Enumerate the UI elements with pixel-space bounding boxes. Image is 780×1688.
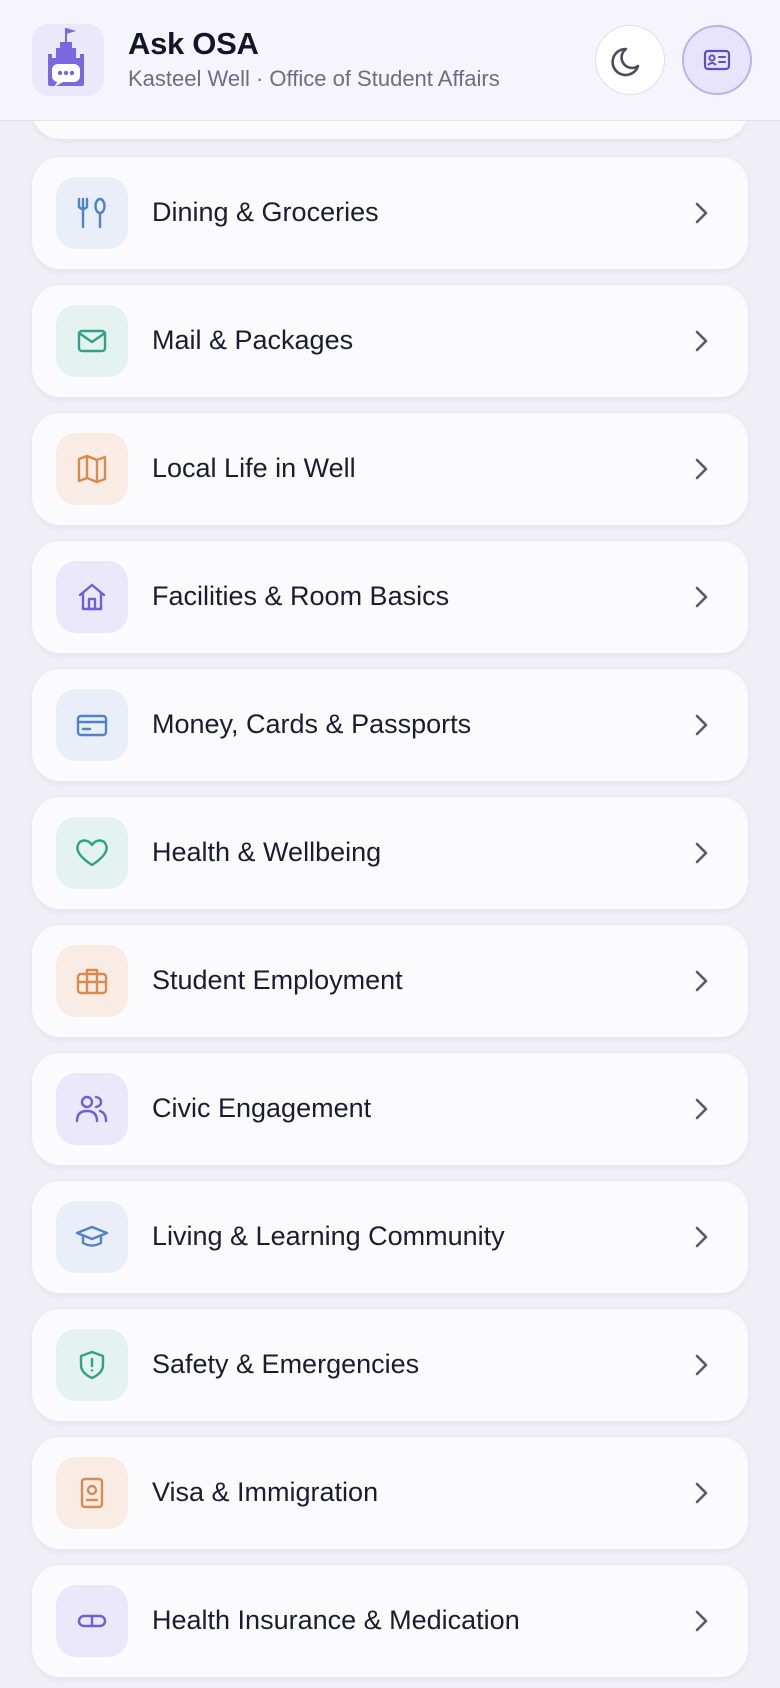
- category-card[interactable]: Local Life in Well: [32, 413, 748, 525]
- category-card[interactable]: Dining & Groceries: [32, 157, 748, 269]
- chevron-right-icon: [686, 709, 718, 746]
- category-label: Civic Engagement: [152, 1093, 372, 1123]
- category-label: Mail & Packages: [152, 325, 354, 355]
- category-card[interactable]: Living & Learning Community: [32, 1181, 748, 1293]
- chevron-right-icon: [686, 1221, 718, 1258]
- graduation-cap-icon: [56, 1201, 128, 1273]
- category-label: Living & Learning Community: [152, 1221, 505, 1251]
- chevron-right-icon: [686, 1477, 718, 1514]
- category-card[interactable]: Student Employment: [32, 925, 748, 1037]
- category-card[interactable]: Health Insurance & Medication: [32, 1565, 748, 1677]
- chevron-right-icon: [686, 581, 718, 618]
- category-card[interactable]: Health & Wellbeing: [32, 797, 748, 909]
- chevron-right-icon: [686, 325, 718, 362]
- home-icon: [56, 561, 128, 633]
- chevron-right-icon: [686, 197, 718, 234]
- passport-icon: [56, 1457, 128, 1529]
- category-label: Visa & Immigration: [152, 1477, 379, 1507]
- briefcase-icon: [56, 945, 128, 1017]
- student-id-button[interactable]: [682, 25, 752, 95]
- moon-icon: [611, 47, 640, 77]
- app-subtitle: Kasteel Well · Office of Student Affairs: [128, 66, 500, 91]
- fork-spoon-icon: [56, 177, 128, 249]
- category-card[interactable]: Money, Cards & Passports: [32, 669, 748, 781]
- app-header: Ask OSA Kasteel Well · Office of Student…: [0, 0, 780, 121]
- chevron-right-icon: [686, 965, 718, 1002]
- chevron-right-icon: [686, 1093, 718, 1130]
- category-card[interactable]: Visa & Immigration: [32, 1437, 748, 1549]
- category-card[interactable]: Safety & Emergencies: [32, 1309, 748, 1421]
- category-label: Local Life in Well: [152, 453, 356, 483]
- category-label: Money, Cards & Passports: [152, 709, 472, 739]
- theme-toggle-button[interactable]: [595, 25, 665, 95]
- category-card[interactable]: Mail & Packages: [32, 285, 748, 397]
- id-card-icon: [703, 49, 731, 71]
- category-card[interactable]: Civic Engagement: [32, 1053, 748, 1165]
- category-label: Health Insurance & Medication: [152, 1605, 520, 1635]
- category-label: Health & Wellbeing: [152, 837, 382, 867]
- castle-chat-logo-icon: [32, 24, 104, 96]
- chevron-right-icon: [686, 453, 718, 490]
- credit-card-icon: [56, 689, 128, 761]
- category-card[interactable]: Facilities & Room Basics: [32, 541, 748, 653]
- heart-icon: [56, 817, 128, 889]
- category-label: Safety & Emergencies: [152, 1349, 420, 1379]
- map-icon: [56, 433, 128, 505]
- chevron-right-icon: [686, 1349, 718, 1386]
- users-icon: [56, 1073, 128, 1145]
- mail-icon: [56, 305, 128, 377]
- chevron-right-icon: [686, 837, 718, 874]
- shield-alert-icon: [56, 1329, 128, 1401]
- category-label: Facilities & Room Basics: [152, 581, 450, 611]
- chevron-right-icon: [686, 1605, 718, 1642]
- category-label: Student Employment: [152, 965, 403, 995]
- category-label: Dining & Groceries: [152, 197, 379, 227]
- app-title: Ask OSA: [128, 26, 259, 61]
- pill-icon: [56, 1585, 128, 1657]
